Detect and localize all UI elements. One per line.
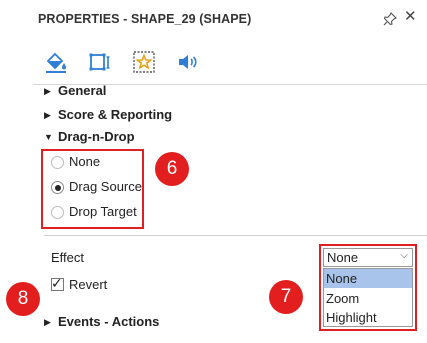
section-dnd-label: Drag-n-Drop (58, 129, 135, 144)
revert-label: Revert (69, 277, 108, 292)
radio-target-label: Drop Target (69, 204, 137, 219)
effect-label: Effect (51, 250, 85, 265)
checkmark-icon: ✓ (51, 275, 63, 291)
effect-option-highlight[interactable]: Highlight (324, 308, 412, 327)
chevron-down-icon: ⌵ (400, 250, 408, 261)
panel-header: PROPERTIES - SHAPE_29 (SHAPE) ✕ (0, 0, 427, 40)
properties-panel: PROPERTIES - SHAPE_29 (SHAPE) ✕ ▶ Genera… (0, 0, 427, 343)
radio-button-checked[interactable] (51, 181, 64, 194)
callout-badge-7: 7 (269, 280, 303, 314)
star-box-icon[interactable] (132, 50, 156, 74)
expand-arrow-icon: ▶ (44, 86, 51, 96)
close-icon[interactable]: ✕ (404, 9, 417, 25)
expand-arrow-icon: ▶ (44, 317, 51, 327)
effect-option-none[interactable]: None (324, 269, 412, 288)
paint-bucket-icon[interactable] (44, 50, 68, 74)
radio-source-label: Drag Source (69, 179, 142, 194)
text-box-icon[interactable] (87, 50, 111, 74)
section-score-label: Score & Reporting (58, 107, 173, 122)
section-score-reporting[interactable]: ▶ Score & Reporting (44, 107, 172, 122)
effect-option-zoom[interactable]: Zoom (324, 289, 412, 308)
speaker-icon[interactable] (176, 50, 200, 74)
pin-icon[interactable] (382, 11, 398, 27)
collapse-arrow-icon: ▼ (44, 132, 53, 142)
effect-select-value: None (327, 250, 359, 265)
effect-select[interactable]: None ⌵ (323, 248, 413, 267)
section-events-actions[interactable]: ▶ Events - Actions (44, 314, 159, 329)
section-divider (44, 235, 427, 236)
radio-none-label: None (69, 154, 101, 169)
radio-button[interactable] (51, 156, 64, 169)
radio-button[interactable] (51, 206, 64, 219)
expand-arrow-icon: ▶ (44, 110, 51, 120)
callout-badge-8: 8 (6, 282, 40, 316)
revert-checkbox[interactable]: ✓ (51, 275, 64, 291)
section-drag-n-drop[interactable]: ▼ Drag-n-Drop (44, 129, 135, 144)
effect-dropdown-list: None Zoom Highlight (323, 268, 413, 327)
section-general-label: General (58, 83, 107, 98)
panel-title: PROPERTIES - SHAPE_29 (SHAPE) (38, 12, 252, 26)
callout-badge-6: 6 (155, 152, 189, 186)
section-general[interactable]: ▶ General (44, 83, 106, 98)
section-events-label: Events - Actions (58, 314, 160, 329)
